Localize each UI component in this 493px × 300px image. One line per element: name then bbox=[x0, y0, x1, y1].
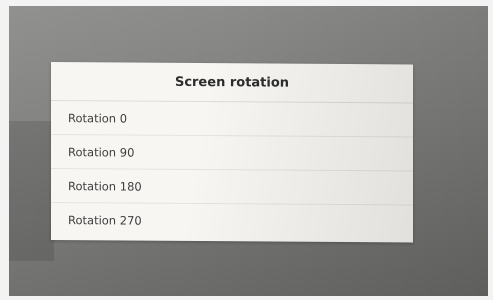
photo-frame: Screen rotation Rotation 0 Rotation 90 R… bbox=[0, 0, 493, 300]
rotation-option-label: Rotation 180 bbox=[68, 178, 142, 194]
rotation-option-list: Rotation 0 Rotation 90 Rotation 180 Rota… bbox=[51, 101, 413, 240]
rotation-option-label: Rotation 90 bbox=[68, 144, 135, 160]
rotation-option-label: Rotation 270 bbox=[68, 213, 142, 228]
display-screen: Screen rotation Rotation 0 Rotation 90 R… bbox=[9, 6, 488, 296]
screen-shadow-region bbox=[9, 121, 54, 261]
rotation-option-label: Rotation 0 bbox=[68, 110, 128, 126]
rotation-option-90[interactable]: Rotation 90 bbox=[51, 135, 413, 172]
dialog-title: Screen rotation bbox=[51, 62, 413, 104]
rotation-option-0[interactable]: Rotation 0 bbox=[51, 101, 413, 138]
screen-rotation-dialog: Screen rotation Rotation 0 Rotation 90 R… bbox=[51, 62, 413, 243]
rotation-option-270[interactable]: Rotation 270 bbox=[51, 203, 413, 240]
rotation-option-180[interactable]: Rotation 180 bbox=[51, 169, 413, 206]
